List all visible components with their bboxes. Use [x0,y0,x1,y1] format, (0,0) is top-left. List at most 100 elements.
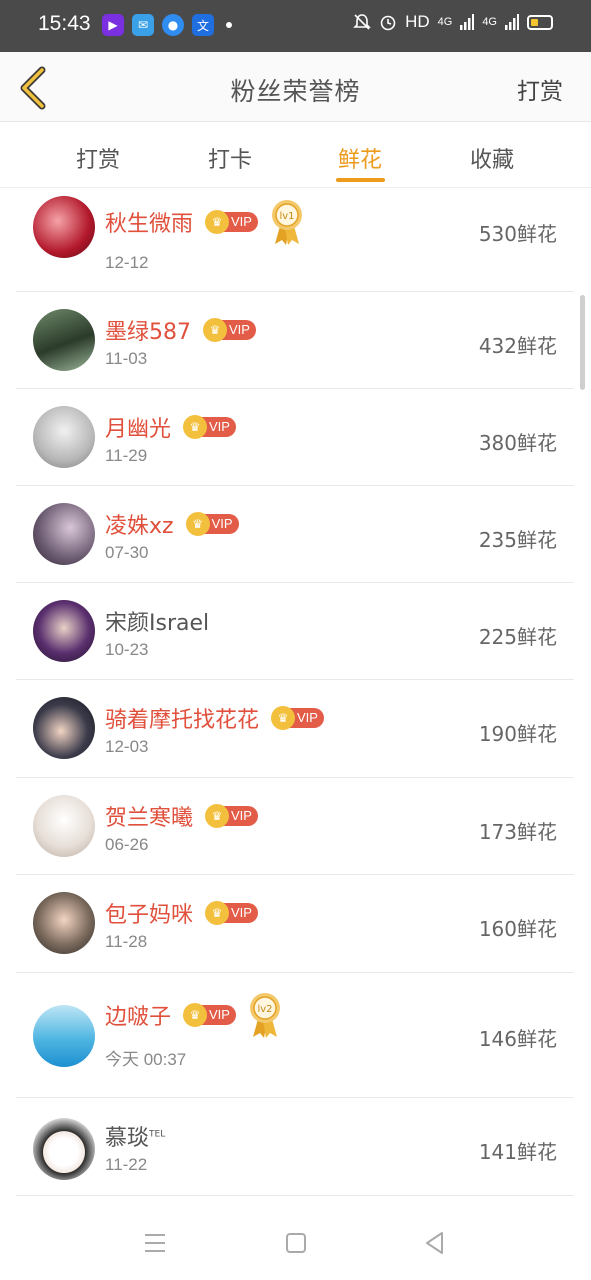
flower-count: 190鲜花 [478,722,557,746]
vip-badge: ♛ VIP [271,706,324,730]
battery-icon [527,14,553,30]
reward-button[interactable]: 打赏 [517,72,563,106]
app-header: 粉丝荣誉榜 打赏 [0,52,591,122]
list-item[interactable]: 边啵子 ♛ VIP lv2 今天 00:37 146鲜花 [16,973,574,1098]
crown-icon: ♛ [205,901,230,925]
flower-count: 432鲜花 [478,334,557,358]
signal-bars-icon [460,14,475,30]
flower-count: 380鲜花 [478,431,557,455]
browser-app-icon: ● [162,14,184,36]
crown-icon: ♛ [271,706,296,730]
signal-bars-icon [505,14,519,30]
fan-ranking-list: 秋生微雨 ♛ VIP lv1 12-12 530鲜花 墨绿587 ♛ VIP 1… [0,188,591,1200]
list-item[interactable]: 慕琰TEL 11-22 141鲜花 [16,1098,574,1196]
vip-badge: ♛ VIP [205,804,258,828]
list-item[interactable]: 骑着摩托找花花 ♛ VIP 12-03 190鲜花 [16,680,574,778]
status-indicators: HD 4G 4G [353,12,553,32]
fan-date: 12-03 [105,737,149,756]
network-type: HD [405,12,430,31]
level-medal-icon: lv2 [249,993,280,1038]
back-triangle-icon[interactable] [422,1230,448,1256]
list-item[interactable]: 月幽光 ♛ VIP 11-29 380鲜花 [16,389,574,486]
status-time: 15:43 [38,12,91,35]
vip-badge: ♛ VIP [203,318,256,342]
avatar[interactable] [33,1005,95,1067]
flower-count: 141鲜花 [478,1140,557,1164]
svg-text:lv1: lv1 [279,211,294,222]
alarm-icon [380,15,396,31]
tab-flowers[interactable]: 鲜花 [315,142,405,174]
crown-icon: ♛ [183,1003,208,1027]
avatar[interactable] [33,406,95,468]
fan-date: 11-28 [105,932,148,951]
list-item[interactable]: 凌姝xz ♛ VIP 07-30 235鲜花 [16,486,574,583]
fan-date: 10-23 [105,640,149,659]
fan-name[interactable]: 贺兰寒曦 [105,800,193,832]
menu-icon[interactable] [142,1230,168,1256]
system-nav-bar [0,1200,591,1280]
notification-icons: ▶ ✉ ● 文 [102,14,232,36]
fan-date: 11-29 [105,446,148,465]
flower-count: 160鲜花 [478,917,557,941]
list-item[interactable]: 贺兰寒曦 ♛ VIP 06-26 173鲜花 [16,778,574,875]
crown-icon: ♛ [203,318,227,342]
status-bar: 15:43 ▶ ✉ ● 文 HD 4G 4G [0,0,591,52]
fan-name[interactable]: 凌姝xz [105,508,174,540]
tab-reward[interactable]: 打赏 [53,142,143,174]
crown-icon: ♛ [183,415,208,439]
tab-favorites[interactable]: 收藏 [447,142,537,174]
fan-name[interactable]: 秋生微雨 [105,206,193,238]
signal-label-1: 4G [437,16,453,28]
vip-badge: ♛ VIP [183,1003,236,1027]
tab-bar: 打赏 打卡 鲜花 收藏 [0,122,591,188]
vip-badge: ♛ VIP [205,901,258,925]
mute-bell-icon [353,14,371,30]
avatar[interactable] [33,697,95,759]
list-item[interactable]: 宋颜Israel 10-23 225鲜花 [16,583,574,680]
avatar[interactable] [33,309,95,371]
list-item[interactable]: 墨绿587 ♛ VIP 11-03 432鲜花 [16,292,574,389]
avatar[interactable] [33,795,95,857]
more-notifications-dot [226,22,232,28]
fan-name[interactable]: 墨绿587 [105,314,191,346]
fan-date: 12-12 [105,253,149,272]
vip-badge: ♛ VIP [205,210,258,234]
flower-count: 225鲜花 [478,625,557,649]
fan-name[interactable]: 月幽光 [105,411,171,443]
crown-icon: ♛ [205,804,230,828]
avatar[interactable] [33,600,95,662]
crown-icon: ♛ [185,512,210,536]
crown-icon: ♛ [205,210,230,234]
list-item[interactable]: 秋生微雨 ♛ VIP lv1 12-12 530鲜花 [16,188,574,292]
vip-badge: ♛ VIP [185,512,239,536]
level-medal-icon: lv1 [271,200,302,245]
page-title: 粉丝荣誉榜 [230,77,361,106]
mail-app-icon: ✉ [132,14,154,36]
avatar[interactable] [33,1118,95,1180]
scrollbar-thumb[interactable] [580,295,585,390]
flower-count: 146鲜花 [478,1027,557,1051]
flower-count: 173鲜花 [478,820,557,844]
fan-name[interactable]: 骑着摩托找花花 [105,702,259,734]
avatar[interactable] [33,892,95,954]
fan-name[interactable]: 宋颜Israel [105,605,209,637]
svg-text:lv2: lv2 [257,1004,272,1015]
home-icon[interactable] [283,1230,309,1256]
vip-badge: ♛ VIP [183,415,236,439]
avatar[interactable] [33,196,95,258]
fan-date: 今天 00:37 [105,1050,187,1069]
flower-count: 235鲜花 [478,528,557,552]
fan-date: 11-22 [105,1155,148,1174]
fan-date: 07-30 [105,543,149,562]
video-app-icon: ▶ [102,14,124,36]
list-item[interactable]: 包子妈咪 ♛ VIP 11-28 160鲜花 [16,875,574,973]
fan-name[interactable]: 慕琰TEL [105,1120,165,1152]
flower-count: 530鲜花 [478,222,557,246]
fan-name[interactable]: 包子妈咪 [105,897,193,929]
avatar[interactable] [33,503,95,565]
fan-date: 06-26 [105,835,149,854]
fan-name[interactable]: 边啵子 [105,999,171,1031]
signal-label-2: 4G [482,16,497,28]
tab-checkin[interactable]: 打卡 [185,142,275,174]
fan-date: 11-03 [105,349,148,368]
